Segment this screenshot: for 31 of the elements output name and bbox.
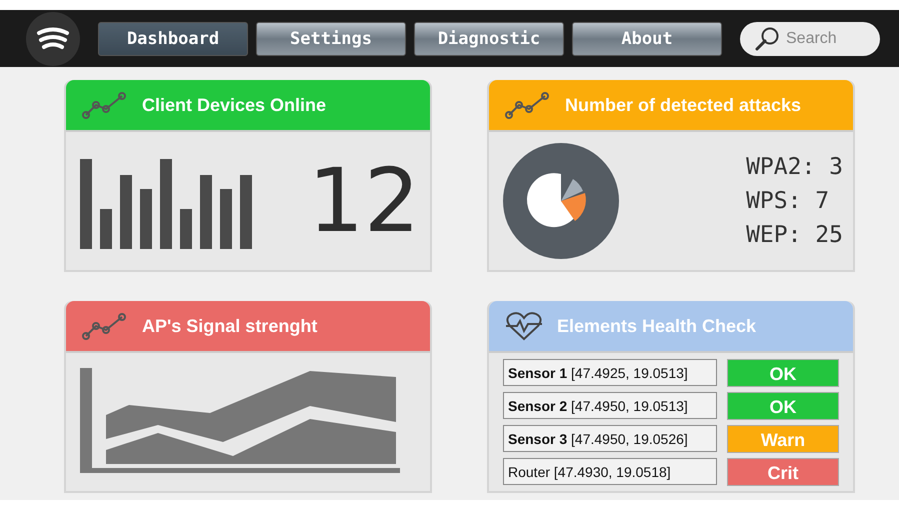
device-count: 12 bbox=[308, 157, 420, 245]
status-badge: OK bbox=[727, 358, 839, 386]
status-badge: Crit bbox=[727, 458, 839, 486]
search-bar[interactable]: Search bbox=[740, 22, 880, 56]
bar bbox=[140, 189, 152, 249]
attack-count: WPS: 7 bbox=[746, 187, 830, 216]
bar bbox=[100, 209, 112, 249]
attack-count: WPA2: 3 bbox=[746, 153, 843, 182]
bar bbox=[220, 189, 232, 249]
card-title: Client Devices Online bbox=[142, 94, 326, 116]
bar bbox=[180, 209, 192, 249]
status-badge: OK bbox=[727, 392, 839, 420]
nav-tab[interactable]: About bbox=[572, 22, 722, 56]
trend-line-icon bbox=[82, 91, 128, 119]
card-title: Elements Health Check bbox=[557, 316, 756, 336]
search-icon bbox=[754, 26, 780, 52]
element-name: Sensor 3 [47.4950, 19.0526] bbox=[503, 425, 717, 452]
attack-count: WEP: 25 bbox=[746, 221, 843, 250]
element-name: Router [47.4930, 19.0518] bbox=[503, 458, 717, 485]
trend-line-icon bbox=[82, 312, 128, 340]
trend-line-icon bbox=[505, 91, 551, 119]
search-input[interactable]: Search bbox=[784, 28, 868, 48]
status-badge: Warn bbox=[727, 424, 839, 452]
card-title: Number of detected attacks bbox=[565, 94, 802, 116]
heart-pulse-icon bbox=[505, 311, 543, 341]
nav-tab[interactable]: Diagnostic bbox=[414, 22, 564, 56]
element-name: Sensor 1 [47.4925, 19.0513] bbox=[503, 359, 717, 386]
nav-tab[interactable]: Settings bbox=[256, 22, 406, 56]
element-name: Sensor 2 [47.4950, 19.0513] bbox=[503, 392, 717, 419]
nav-tab[interactable]: Dashboard bbox=[98, 22, 248, 56]
card-title: AP's Signal strenght bbox=[142, 316, 318, 336]
